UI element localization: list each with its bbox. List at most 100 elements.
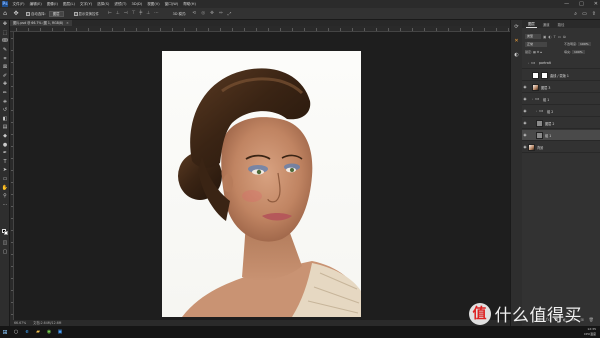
fill-input[interactable]: 100% [572,50,585,54]
menu-item[interactable]: 图层(L) [61,0,76,8]
minimize-button[interactable]: — [564,0,569,8]
menu-item[interactable]: 图像(I) [45,0,59,8]
transform-controls-checkbox[interactable] [73,11,78,16]
menu-item[interactable]: 帮助(H) [182,0,198,8]
visibility-eye-icon[interactable]: ◉ [522,121,528,125]
home-icon[interactable]: ⌂ [0,10,10,17]
frame-tool-icon[interactable]: ⊠ [0,63,10,72]
layer-row[interactable]: ◉ 图层 3 [522,82,600,93]
align-center-icon[interactable]: ⊥ [116,11,120,16]
quick-select-tool-icon[interactable]: ✎ [0,46,10,55]
properties-icon[interactable]: ✕ [511,34,522,48]
lasso-tool-icon[interactable]: ↂ [0,37,10,46]
document-image[interactable] [162,51,361,317]
share-icon[interactable]: ⇪ [592,11,596,17]
align-right-icon[interactable]: ⊣ [124,11,128,16]
3d-rotate-icon[interactable]: ⟲ [192,11,196,17]
history-brush-tool-icon[interactable]: ↺ [0,106,10,115]
align-top-icon[interactable]: ⊤ [132,11,136,16]
move-tool-icon[interactable]: ✥ [10,10,22,17]
folder-taskbar-icon[interactable]: ▰ [33,327,43,337]
system-tray[interactable]: 12:35 CPU温度 [584,327,596,337]
app-taskbar-icon[interactable]: ◉ [44,327,54,337]
panel-tab[interactable]: 通道 [541,22,552,28]
filter-smart-icon[interactable]: ⧉ [563,35,566,39]
auto-select-dropdown[interactable]: 图层 [48,10,64,17]
menu-item[interactable]: 选择(S) [96,0,111,8]
eraser-tool-icon[interactable]: ◧ [0,115,10,124]
delete-layer-icon[interactable]: 🗑︎ [589,317,594,322]
background-color-swatch[interactable] [4,231,8,235]
layer-row[interactable]: ◉ › ▭ 组 1 [522,94,600,105]
3d-scale-icon[interactable]: ⤢ [228,11,232,17]
gradient-tool-icon[interactable]: ▤ [0,123,10,132]
marquee-tool-icon[interactable]: ⬚ [0,29,10,38]
layer-row[interactable]: 曲线 / 蒙版 1 [522,70,600,81]
photoshop-taskbar-icon[interactable]: ▣ [55,327,65,337]
visibility-eye-icon[interactable]: ◉ [522,97,528,101]
menu-item[interactable]: 视图(V) [146,0,161,8]
lock-position-icon[interactable]: ✥ [537,50,540,54]
visibility-eye-icon[interactable]: ◉ [522,85,528,89]
crop-tool-icon[interactable]: ⌗ [0,54,10,63]
healing-brush-tool-icon[interactable]: ✚ [0,80,10,89]
layer-row[interactable]: ◉ › ▭ 组 2 [522,106,600,117]
blend-mode-dropdown[interactable]: 正常 [525,42,547,47]
layer-row[interactable]: ◉ 组 1 [522,130,600,141]
eyedropper-tool-icon[interactable]: ✐ [0,72,10,81]
layer-row[interactable]: › ▭ portrait [522,58,600,69]
more-tools-icon[interactable]: ⋯ [0,200,10,209]
brush-tool-icon[interactable]: ✏ [0,89,10,98]
zoom-tool-icon[interactable]: ⚲ [0,192,10,201]
menu-item[interactable]: 文字(Y) [78,0,93,8]
type-tool-icon[interactable]: T [0,158,10,167]
opacity-input[interactable]: 100% [578,42,591,46]
visibility-eye-icon[interactable]: ◉ [522,133,528,137]
blur-tool-icon[interactable]: ◆ [0,132,10,141]
layer-row[interactable]: ◉ 图层 2 [522,118,600,129]
move-tool-icon[interactable]: ✥ [0,20,10,29]
path-select-tool-icon[interactable]: ➤ [0,166,10,175]
close-window-button[interactable]: ✕ [594,0,598,8]
3d-pan-icon[interactable]: ✥ [210,11,214,17]
filter-adjust-icon[interactable]: ◐ [548,35,551,39]
menu-item[interactable]: 滤镜(T) [113,0,128,8]
hand-tool-icon[interactable]: ✋ [0,183,10,192]
close-tab-icon[interactable]: × [66,21,69,25]
3d-roll-icon[interactable]: ◎ [201,11,205,17]
distribute-icon[interactable]: ⋯ [154,11,159,16]
history-icon[interactable]: ⟳ [511,20,522,34]
align-bottom-icon[interactable]: ⊥ [146,11,150,16]
screen-mode-icon[interactable]: ▢ [0,248,10,257]
3d-slide-icon[interactable]: ⇔ [219,11,223,17]
lock-all-icon[interactable]: 🔒︎ [540,50,542,54]
rectangle-tool-icon[interactable]: ▭ [0,175,10,184]
dodge-tool-icon[interactable]: ● [0,140,10,149]
menu-item[interactable]: 窗口(W) [163,0,180,8]
photoshop-logo-icon[interactable]: Ps [0,0,10,8]
adjustments-icon[interactable]: ◐ [511,48,522,62]
lock-pixels-icon[interactable]: ▦ [533,50,536,54]
align-left-icon[interactable]: ⊢ [108,11,112,16]
pen-tool-icon[interactable]: ✒ [0,149,10,158]
quick-mask-icon[interactable]: ◫ [0,239,10,248]
menu-item[interactable]: 文件(F) [11,0,26,8]
search-taskbar-icon[interactable]: ○ [11,327,21,337]
menu-item[interactable]: 3D(D) [130,0,144,8]
menu-item[interactable]: 编辑(E) [28,0,43,8]
layer-kind-filter[interactable]: 类型 [525,34,541,39]
windows-icon[interactable]: ⊞ [0,329,10,336]
panel-tab[interactable]: 图层 [526,21,537,28]
filter-type-icon[interactable]: T [554,35,556,39]
workspace-icon[interactable]: ▭ [582,11,587,17]
auto-select-checkbox[interactable] [26,11,30,16]
zoom-level[interactable]: 66.67% [14,321,26,325]
align-middle-icon[interactable]: ╪ [140,11,143,16]
filter-shape-icon[interactable]: ▭ [558,35,561,39]
browser-taskbar-icon[interactable]: e [22,327,32,337]
clone-stamp-tool-icon[interactable]: ⎈ [0,97,10,106]
layer-mask-thumbnail[interactable] [541,71,548,79]
panel-tab[interactable]: 路径 [556,22,567,28]
filter-pixel-icon[interactable]: ▣ [543,35,546,39]
search-icon[interactable]: ⌕ [574,11,577,17]
